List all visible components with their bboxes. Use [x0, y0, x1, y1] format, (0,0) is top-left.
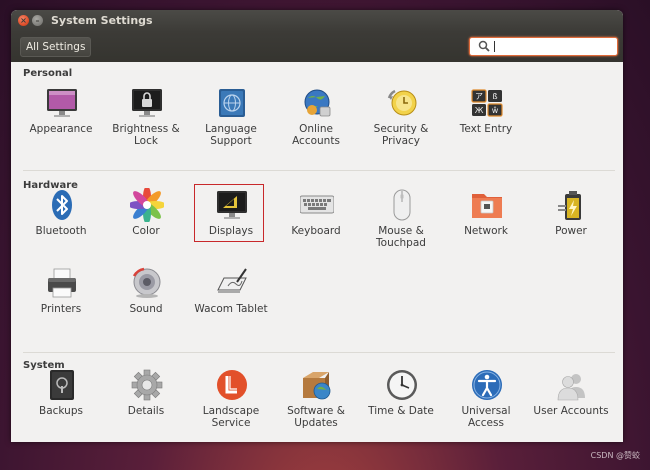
- universal-access-icon: [472, 370, 502, 400]
- item-label: Landscape Service: [202, 405, 260, 429]
- item-label: Bluetooth: [35, 225, 87, 237]
- item-label: Details: [127, 405, 165, 417]
- item-label: Security & Privacy: [373, 123, 429, 147]
- item-label: Software & Updates: [287, 405, 345, 429]
- item-keyboard[interactable]: Keyboard: [274, 188, 358, 254]
- bluetooth-icon: [52, 190, 72, 220]
- security-privacy-icon: [387, 89, 417, 116]
- online-accounts-icon: [304, 89, 331, 117]
- item-mouse-touchpad[interactable]: Mouse & Touchpad: [359, 188, 443, 254]
- item-label: Printers: [40, 303, 82, 315]
- backups-icon: [50, 370, 74, 400]
- svg-text:Ж: Ж: [475, 106, 484, 115]
- search-icon: [478, 40, 490, 52]
- minimize-window-button[interactable]: –: [32, 15, 43, 26]
- item-displays[interactable]: Displays: [189, 188, 273, 254]
- user-accounts-icon: [557, 374, 585, 401]
- brightness-lock-icon: [132, 89, 162, 117]
- mouse-touchpad-icon: [393, 189, 411, 221]
- item-label: Appearance: [29, 123, 93, 135]
- network-icon: [472, 194, 502, 218]
- wacom-tablet-icon: [217, 268, 247, 293]
- landscape-service-icon: [217, 370, 247, 400]
- search-input[interactable]: [469, 37, 618, 56]
- item-color[interactable]: Color: [104, 188, 188, 254]
- item-user-accounts[interactable]: User Accounts: [529, 368, 613, 434]
- item-label: Online Accounts: [292, 123, 340, 147]
- item-online-accounts[interactable]: Online Accounts: [274, 86, 358, 152]
- item-details[interactable]: Details: [104, 368, 188, 434]
- software-updates-icon: [303, 372, 331, 400]
- time-date-icon: [387, 370, 417, 400]
- keyboard-icon: [300, 195, 334, 214]
- system-settings-window: × – System Settings All Settings Persona…: [11, 10, 623, 442]
- item-label: Brightness & Lock: [112, 123, 180, 147]
- close-window-button[interactable]: ×: [18, 15, 29, 26]
- item-brightness-lock[interactable]: Brightness & Lock: [104, 86, 188, 152]
- item-power[interactable]: Power: [529, 188, 613, 254]
- item-software-updates[interactable]: Software & Updates: [274, 368, 358, 434]
- color-icon: [130, 188, 164, 222]
- section-divider: [23, 170, 615, 171]
- window-title: System Settings: [51, 14, 153, 27]
- text-entry-icon: ア ß Ж ŵ: [471, 89, 503, 117]
- appearance-icon: [47, 89, 77, 117]
- item-label: Wacom Tablet: [194, 303, 268, 315]
- item-language-support[interactable]: Language Support: [189, 86, 273, 152]
- power-icon: [558, 191, 581, 220]
- item-sound[interactable]: Sound: [104, 266, 188, 332]
- item-time-date[interactable]: Time & Date: [359, 368, 443, 434]
- printers-icon: [48, 268, 76, 298]
- sound-icon: [132, 267, 161, 298]
- section-divider: [23, 352, 615, 353]
- item-backups[interactable]: Backups: [19, 368, 103, 434]
- item-landscape-service[interactable]: Landscape Service: [189, 368, 273, 434]
- item-label: Network: [464, 225, 508, 237]
- item-label: Universal Access: [461, 405, 511, 429]
- item-appearance[interactable]: Appearance: [19, 86, 103, 152]
- title-bar: × – System Settings: [11, 10, 623, 32]
- item-label: Language Support: [205, 123, 257, 147]
- details-icon: [131, 369, 163, 401]
- item-bluetooth[interactable]: Bluetooth: [19, 188, 103, 254]
- item-label: Displays: [208, 225, 254, 237]
- item-label: Mouse & Touchpad: [376, 225, 426, 249]
- svg-text:ß: ß: [492, 92, 497, 101]
- item-label: User Accounts: [533, 405, 609, 417]
- svg-text:ŵ: ŵ: [492, 106, 499, 115]
- item-security-privacy[interactable]: Security & Privacy: [359, 86, 443, 152]
- watermark-text: CSDN @赞蛟: [590, 451, 640, 460]
- item-network[interactable]: Network: [444, 188, 528, 254]
- item-text-entry[interactable]: ア ß Ж ŵ Text Entry: [444, 86, 528, 152]
- language-support-icon: [219, 89, 245, 117]
- item-universal-access[interactable]: Universal Access: [444, 368, 528, 434]
- svg-text:ア: ア: [475, 92, 483, 101]
- item-label: Text Entry: [459, 123, 513, 135]
- settings-panel: Personal Appearance Brightness & Lock La…: [11, 62, 623, 442]
- item-label: Time & Date: [368, 405, 434, 417]
- item-label: Color: [132, 225, 160, 237]
- item-printers[interactable]: Printers: [19, 266, 103, 332]
- text-cursor: [494, 41, 495, 52]
- item-wacom-tablet[interactable]: Wacom Tablet: [189, 266, 273, 332]
- displays-icon: [217, 191, 247, 219]
- item-label: Power: [555, 225, 587, 237]
- item-label: Keyboard: [291, 225, 341, 237]
- item-label: Backups: [39, 405, 83, 417]
- item-label: Sound: [129, 303, 163, 315]
- all-settings-button[interactable]: All Settings: [20, 37, 92, 57]
- section-title-personal: Personal: [23, 68, 73, 79]
- toolbar: All Settings: [11, 32, 623, 62]
